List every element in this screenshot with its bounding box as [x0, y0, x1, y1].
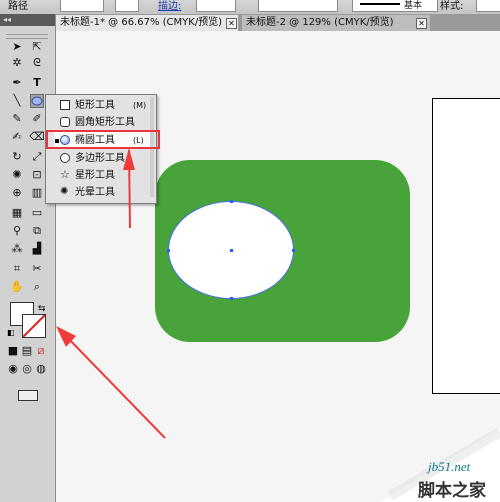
watermark-text: 脚本之家	[418, 481, 486, 501]
annotation-arrow-swatch	[56, 326, 166, 439]
watermark-url: jb51.net	[428, 459, 471, 474]
annotation-arrow-up	[123, 148, 135, 229]
